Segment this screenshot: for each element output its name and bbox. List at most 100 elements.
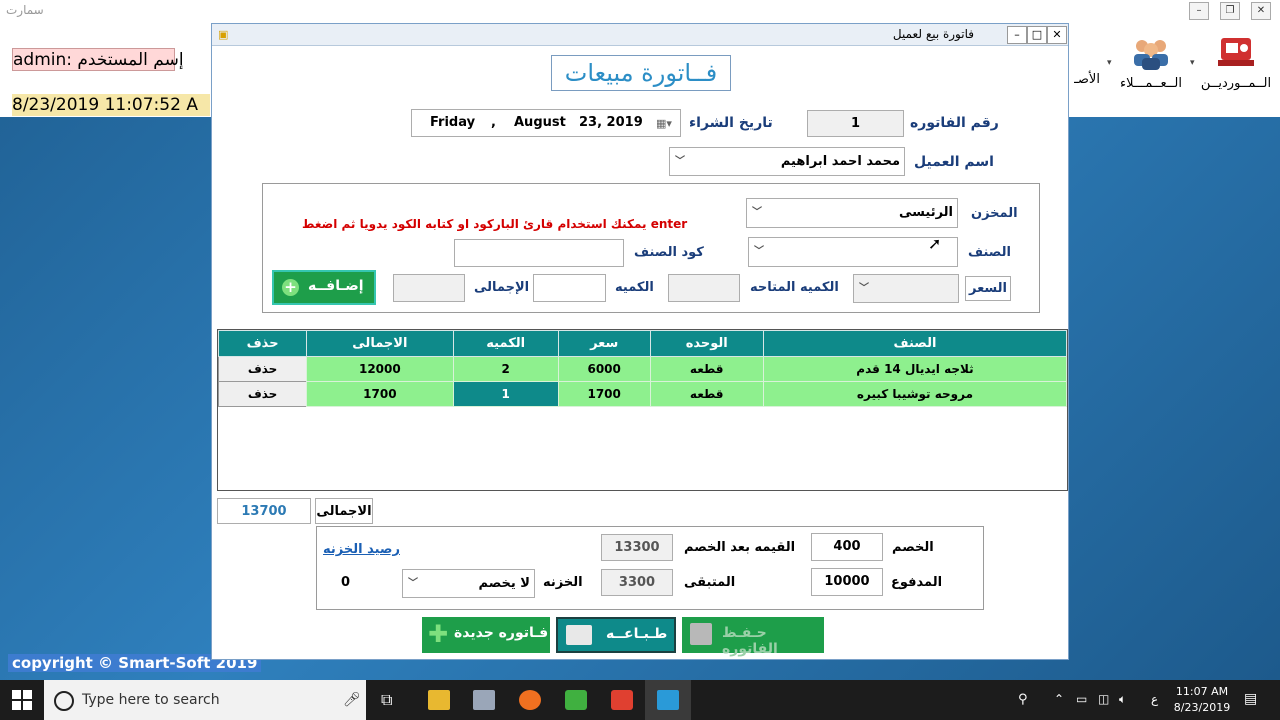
cell-total[interactable]: 12000: [306, 356, 454, 382]
date-daynum-year: 23, 2019: [579, 115, 643, 130]
treasury-balance-value: 0: [341, 575, 351, 590]
item-code-input[interactable]: [454, 239, 624, 267]
new-invoice-label: فـاتوره جديدة: [454, 625, 549, 641]
notifications-icon[interactable]: ▤: [1244, 691, 1257, 707]
search-placeholder: Type here to search: [82, 692, 220, 708]
cell-price[interactable]: 6000: [557, 356, 651, 382]
sales-invoice-dialog: ▣ فاتورة بيع لعميل – □ ✕ فــاتورة مبيعات…: [211, 23, 1069, 660]
cell-total[interactable]: 1700: [306, 381, 454, 407]
save-icon: [690, 623, 712, 645]
delete-row-button[interactable]: حذف: [217, 381, 308, 407]
close-button[interactable]: ✕: [1251, 2, 1271, 20]
customer-combo[interactable]: محمد احمد ابراهيم ﹀: [669, 147, 905, 176]
qty-label: الكميه: [615, 280, 654, 295]
col-header-delete[interactable]: حذف: [217, 330, 308, 357]
date-separator: ,: [491, 115, 496, 130]
customer-label: اسم العميل: [914, 154, 994, 170]
purchase-date-picker[interactable]: Friday , August 23, 2019 ▦▾: [411, 109, 681, 137]
grid-header-row: الصنف الوحده سعر الكميه الاجمالى حذف: [217, 330, 1068, 357]
dialog-app-icon: ▣: [218, 28, 229, 41]
qty-input[interactable]: [533, 274, 606, 302]
chevron-up-icon[interactable]: ⌃: [1054, 692, 1064, 706]
dialog-close-button[interactable]: ✕: [1047, 26, 1067, 44]
file-explorer-icon[interactable]: [428, 690, 450, 710]
clock-date: 8/23/2019: [1173, 701, 1231, 714]
nav-items[interactable]: الأصـ: [1070, 28, 1104, 98]
windows-start-icon[interactable]: [12, 690, 32, 710]
item-label: الصنف: [968, 245, 1011, 260]
col-header-item[interactable]: الصنف: [762, 330, 1068, 357]
paid-input[interactable]: 10000: [811, 568, 883, 596]
col-header-price[interactable]: سعر: [557, 330, 651, 357]
cell-qty-selected[interactable]: 1: [452, 381, 559, 407]
remaining-field: 3300: [601, 569, 673, 596]
item-combo[interactable]: ﹀: [748, 237, 958, 267]
store-label: المخزن: [971, 206, 1018, 221]
discount-label: الخصم: [892, 540, 934, 555]
microphone-icon[interactable]: 🎤︎: [343, 692, 361, 708]
grand-total-value: 13700: [217, 498, 311, 524]
minimize-button[interactable]: –: [1189, 2, 1209, 20]
nav-customers[interactable]: الــعــمـــلاء: [1118, 28, 1184, 98]
treasury-combo[interactable]: لا يخصم ﹀: [402, 569, 535, 598]
task-view-icon[interactable]: ⧉: [381, 690, 403, 710]
camtasia-red-icon[interactable]: [611, 690, 633, 710]
treasury-balance-link[interactable]: رصيد الخزنه: [323, 542, 400, 557]
dialog-title: فاتورة بيع لعميل: [892, 27, 974, 41]
col-header-qty[interactable]: الكميه: [452, 330, 559, 357]
firefox-icon[interactable]: [519, 690, 541, 710]
app-icon-generic[interactable]: [473, 690, 495, 710]
paid-label: المدفوع: [891, 575, 943, 590]
date-day: Friday: [430, 115, 476, 130]
cell-item[interactable]: مروحه توشيبا كبيره: [762, 381, 1068, 407]
dialog-minimize-button[interactable]: –: [1007, 26, 1027, 44]
print-button[interactable]: طـبـاعــه: [556, 617, 676, 653]
people-icon[interactable]: ⚲: [1018, 692, 1028, 707]
active-app-highlight[interactable]: [645, 680, 691, 720]
input-language[interactable]: ع: [1151, 692, 1158, 706]
after-discount-field: 13300: [601, 534, 673, 561]
user-info: admin: إسم المستخدم: [12, 48, 184, 71]
save-button-label: حـفـظ الفاتوره: [722, 625, 778, 657]
cell-unit[interactable]: قطعه: [649, 356, 764, 382]
add-button-label: إضـافــه: [308, 278, 364, 294]
new-invoice-button[interactable]: ✚ فـاتوره جديدة: [422, 617, 550, 653]
price-combo[interactable]: ﹀: [853, 274, 959, 303]
nav-customers-dropdown-icon[interactable]: ▾: [1107, 58, 1112, 68]
suppliers-icon: [1218, 38, 1254, 66]
nav-suppliers[interactable]: الــمــورديــن: [1200, 28, 1272, 98]
calendar-icon[interactable]: ▦▾: [656, 111, 672, 137]
chevron-down-icon: ﹀: [675, 156, 685, 167]
print-button-label: طـبـاعــه: [606, 626, 668, 642]
line-total-field: [393, 274, 465, 302]
discount-input[interactable]: 400: [811, 533, 883, 561]
dialog-maximize-button[interactable]: □: [1027, 26, 1047, 44]
cell-item[interactable]: ثلاجه ايديال 14 قدم: [762, 356, 1068, 382]
invoice-number-field[interactable]: 1: [807, 110, 904, 137]
maximize-button[interactable]: ❐: [1220, 2, 1240, 20]
cell-price[interactable]: 1700: [557, 381, 651, 407]
delete-row-button[interactable]: حذف: [217, 356, 308, 382]
plus-icon: ✚: [428, 620, 449, 648]
network-icon[interactable]: ◫: [1098, 692, 1109, 706]
treasury-value: لا يخصم: [478, 576, 530, 591]
save-invoice-button[interactable]: حـفـظ الفاتوره: [682, 617, 824, 657]
store-combo[interactable]: الرئيسى ﹀: [746, 198, 958, 228]
table-row[interactable]: ثلاجه ايديال 14 قدم قطعه 6000 2 12000 حذ…: [217, 356, 1068, 382]
volume-icon[interactable]: 🔈︎: [1119, 692, 1126, 707]
cell-unit[interactable]: قطعه: [649, 381, 764, 407]
taskbar-clock[interactable]: 11:07 AM 8/23/2019: [1168, 684, 1236, 716]
invoice-number-label: رقم الفاتوره: [910, 115, 999, 131]
nav-suppliers-dropdown-icon[interactable]: ▾: [1190, 58, 1195, 68]
table-row[interactable]: مروحه توشيبا كبيره قطعه 1700 1 1700 حذف: [217, 381, 1068, 407]
col-header-total[interactable]: الاجمالى: [306, 330, 454, 357]
available-qty-field: [668, 274, 740, 302]
col-header-unit[interactable]: الوحده: [649, 330, 764, 357]
user-value: admin:: [13, 50, 72, 70]
cell-qty[interactable]: 2: [452, 356, 559, 382]
add-item-button[interactable]: + إضـافــه: [272, 270, 376, 305]
camtasia-green-icon[interactable]: [565, 690, 587, 710]
battery-icon[interactable]: ▭: [1076, 692, 1087, 706]
invoice-items-grid[interactable]: الصنف الوحده سعر الكميه الاجمالى حذف ثلا…: [217, 329, 1068, 491]
barcode-hint: يمكنك استخدام قارئ الباركود او كتابه الك…: [302, 217, 688, 231]
